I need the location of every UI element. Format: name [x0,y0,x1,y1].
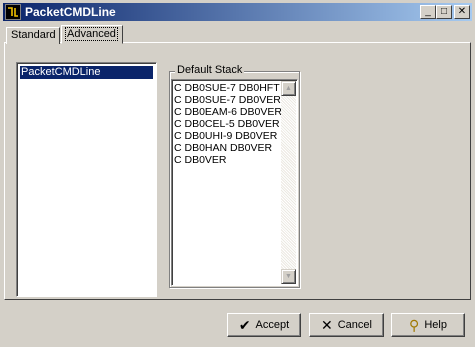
help-button-label: Help [424,319,447,331]
accept-button[interactable]: ✔ Accept [227,313,301,337]
list-item[interactable]: PacketCMDLine [20,66,153,79]
stack-line: C DB0UHI-9 DB0VER [174,130,278,142]
cancel-button-label: Cancel [337,319,372,331]
dialog-window: PacketCMDLine _ □ ✕ Standard Advanced Pa… [0,0,475,347]
stack-line: C DB0SUE-7 DB0HFT [174,82,280,94]
close-icon: ✕ [457,6,467,17]
stack-line: C DB0VER [174,154,227,166]
tab-advanced-label: Advanced [65,27,118,41]
stack-line: C DB0SUE-7 DB0VER [174,94,281,106]
stack-line: C DB0CEL-5 DB0VER [174,118,280,130]
default-stack-memo[interactable]: C DB0SUE-7 DB0HFT C DB0SUE-7 DB0VER C DB… [171,79,298,286]
accept-button-label: Accept [255,319,290,331]
key-icon: ⚲ [409,317,420,333]
memo-scrollbar[interactable]: ▲ ▼ [281,81,296,284]
macro-list[interactable]: PacketCMDLine [16,62,157,297]
checkmark-icon: ✔ [238,317,251,333]
stack-line: C DB0HAN DB0VER [174,142,273,154]
scroll-up-icon: ▲ [285,85,292,92]
maximize-button[interactable]: □ [436,5,452,19]
title-bar[interactable]: PacketCMDLine _ □ ✕ [3,3,472,21]
help-button[interactable]: ⚲ Help [391,313,465,337]
cross-icon: ✕ [321,317,333,333]
scroll-down-button[interactable]: ▼ [281,269,296,284]
scroll-down-icon: ▼ [285,273,292,280]
cancel-button[interactable]: ✕ Cancel [309,313,384,337]
tab-advanced[interactable]: Advanced [61,25,123,44]
default-stack-title: Default Stack [175,64,245,76]
app-icon [5,4,21,20]
minimize-button[interactable]: _ [420,5,436,19]
scroll-up-button[interactable]: ▲ [281,81,296,96]
stack-line: C DB0EAM-6 DB0VER [174,106,282,118]
close-button[interactable]: ✕ [454,5,470,19]
tab-standard-label: Standard [11,29,56,41]
minimize-icon: _ [425,6,431,17]
tab-standard[interactable]: Standard [6,27,60,44]
maximize-icon: □ [440,6,448,17]
window-title: PacketCMDLine [25,5,116,19]
